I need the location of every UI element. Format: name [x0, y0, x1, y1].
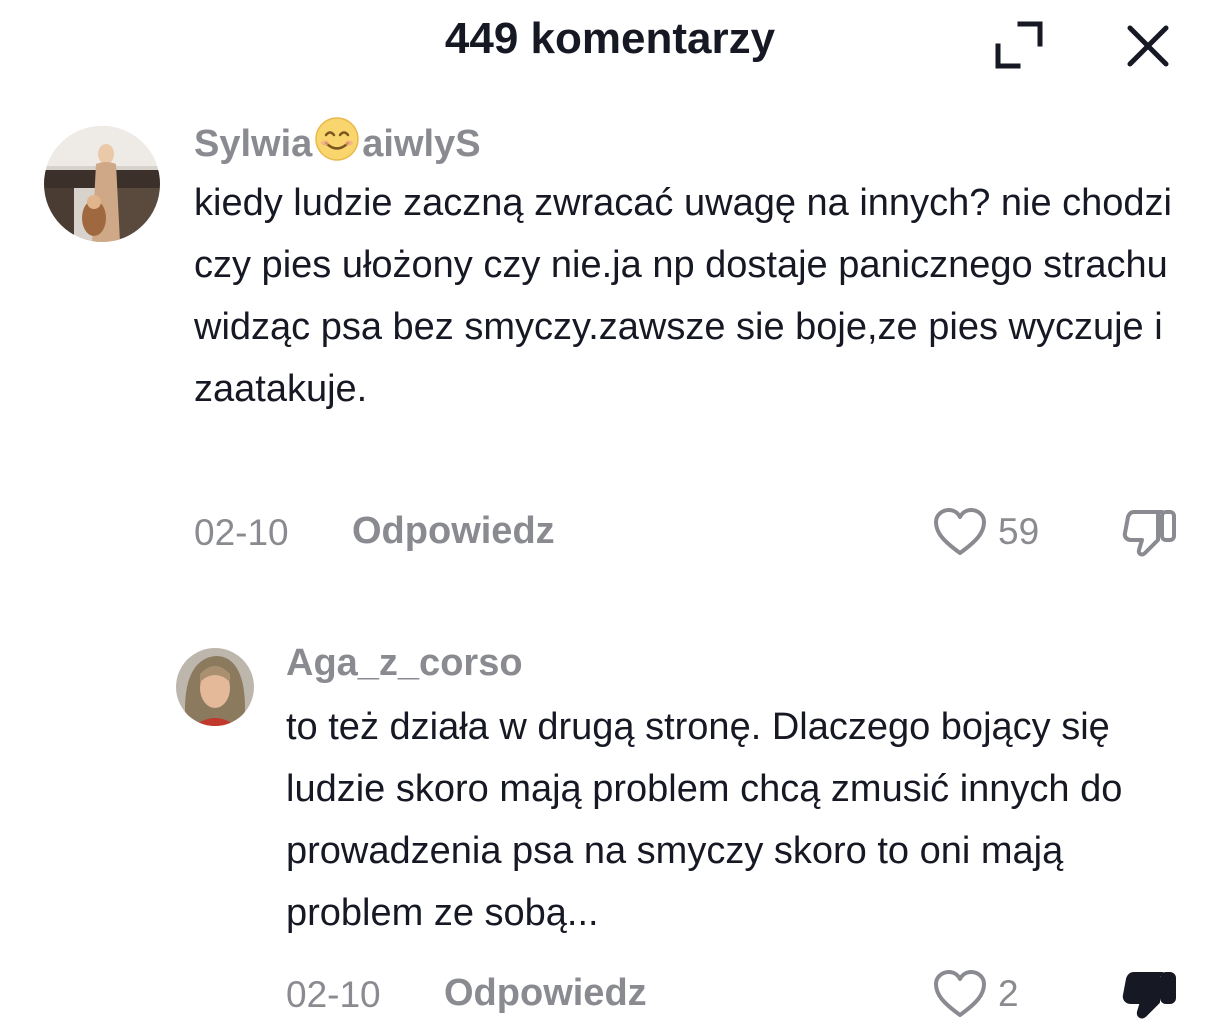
smiling-face-emoji [314, 116, 360, 172]
comment-date: 02-10 [194, 512, 289, 553]
thumbs-down-outline-icon [1122, 510, 1176, 557]
reply-button[interactable]: Odpowiedz [352, 510, 555, 553]
comment-text: kiedy ludzie zaczną zwracać uwagę na inn… [194, 182, 1172, 410]
like-count: 2 [998, 973, 1019, 1014]
like-button[interactable]: 2 [932, 968, 1019, 1020]
thumbs-down-filled-icon [1122, 972, 1176, 1019]
reply-button[interactable]: Odpowiedz [444, 972, 647, 1015]
avatar-photo [44, 126, 160, 242]
avatar[interactable] [176, 648, 254, 726]
avatar-photo [176, 648, 254, 726]
like-button[interactable]: 59 [932, 506, 1039, 558]
heart-icon [934, 508, 986, 555]
comment-date: 02-10 [286, 974, 381, 1015]
comments-header: 449 komentarzy [0, 0, 1220, 90]
close-button[interactable] [1124, 22, 1172, 70]
like-count: 59 [998, 511, 1040, 552]
comment-username[interactable]: Aga_z_corso [286, 642, 523, 685]
dislike-button[interactable] [1122, 968, 1178, 1020]
dislike-button[interactable] [1122, 506, 1178, 558]
comment-text: to też działa w drugą stronę. Dlaczego b… [286, 706, 1123, 934]
expand-button[interactable] [994, 20, 1046, 70]
avatar[interactable] [44, 126, 160, 242]
expand-icon [995, 21, 1043, 69]
close-icon [1127, 25, 1169, 67]
comment-username[interactable]: Sylwia aiwlyS [194, 116, 481, 172]
heart-icon [934, 970, 986, 1017]
